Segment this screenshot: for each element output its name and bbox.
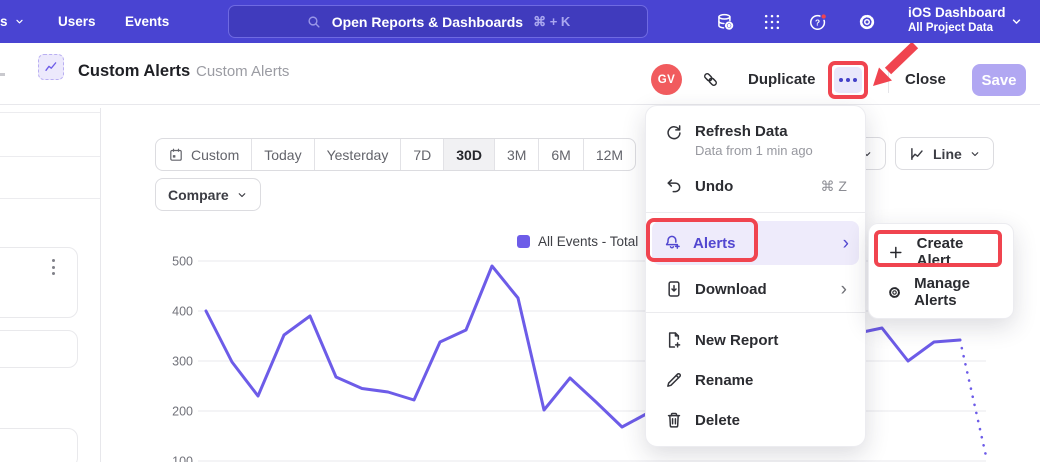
submenu-arrow-icon: › <box>841 280 847 299</box>
menu-item-undo[interactable]: Undo ⌘ Z <box>654 166 857 206</box>
date-range-control: Custom Today Yesterday 7D 30D 3M 6M 12M <box>155 138 636 171</box>
chart-type-button[interactable]: Line <box>895 137 994 170</box>
breadcrumb: Custom Alerts <box>196 63 289 80</box>
help-icon[interactable]: ? <box>808 12 828 32</box>
menu-item-label: Refresh Data <box>695 123 813 140</box>
refresh-icon <box>664 123 684 143</box>
submenu-item-manage-alerts[interactable]: Manage Alerts <box>875 272 1007 312</box>
sidebar-divider <box>0 198 100 199</box>
compare-button[interactable]: Compare <box>155 178 261 211</box>
avatar[interactable]: GV <box>651 64 682 95</box>
legend-label: All Events - Total <box>538 234 638 249</box>
line-chart-icon <box>908 145 926 163</box>
menu-item-new-report[interactable]: New Report <box>654 320 857 360</box>
search-icon <box>306 14 322 30</box>
data-management-icon[interactable] <box>715 12 735 32</box>
date-range-7d[interactable]: 7D <box>401 139 444 170</box>
settings-gear-icon[interactable] <box>857 12 877 32</box>
report-chart-icon <box>38 54 64 80</box>
clipped-edge-fragment <box>0 73 5 76</box>
context-menu: Refresh Data Data from 1 min ago Undo ⌘ … <box>645 105 866 447</box>
date-range-6m[interactable]: 6M <box>539 139 583 170</box>
line-chart-icon <box>43 59 59 75</box>
undo-icon <box>664 176 684 196</box>
sidebar-divider <box>0 156 100 157</box>
nav-item-events[interactable]: Events <box>125 0 169 43</box>
menu-item-rename[interactable]: Rename <box>654 360 857 400</box>
pencil-icon <box>664 370 684 390</box>
sidebar-divider <box>0 112 100 113</box>
menu-item-alerts[interactable]: Alerts › <box>652 221 859 265</box>
search-shortcut: ⌘ + K <box>533 14 570 30</box>
close-button[interactable]: Close <box>905 71 946 88</box>
menu-item-sublabel: Data from 1 min ago <box>695 143 813 158</box>
duplicate-button[interactable]: Duplicate <box>748 71 816 88</box>
svg-text:200: 200 <box>172 405 193 419</box>
search-placeholder: Open Reports & Dashboards <box>332 14 523 30</box>
sidebar-card[interactable] <box>0 428 78 462</box>
date-range-today[interactable]: Today <box>252 139 314 170</box>
trash-icon <box>664 410 684 430</box>
plus-icon <box>887 243 905 262</box>
apps-grid-icon[interactable] <box>762 12 782 32</box>
alerts-submenu: Create Alert Manage Alerts <box>868 223 1014 319</box>
search-input[interactable]: Open Reports & Dashboards ⌘ + K <box>228 5 648 38</box>
header-divider <box>888 67 889 93</box>
top-navigation: s Users Events Open Reports & Dashboards… <box>0 0 1040 43</box>
sidebar-card[interactable] <box>0 330 78 368</box>
kebab-menu-icon[interactable] <box>52 259 55 275</box>
sidebar-card[interactable] <box>0 247 78 318</box>
gear-icon <box>887 283 902 302</box>
more-options-button[interactable] <box>834 67 862 93</box>
legend-swatch <box>517 235 530 248</box>
svg-text:400: 400 <box>172 305 193 319</box>
project-scope: All Project Data <box>908 21 1006 35</box>
save-button[interactable]: Save <box>972 64 1026 96</box>
menu-item-delete[interactable]: Delete <box>654 400 857 440</box>
menu-item-download[interactable]: Download › <box>654 269 857 309</box>
date-range-12m[interactable]: 12M <box>584 139 635 170</box>
date-range-3m[interactable]: 3M <box>495 139 539 170</box>
calendar-icon <box>168 147 184 163</box>
svg-text:?: ? <box>815 17 820 27</box>
project-selector[interactable]: iOS Dashboard All Project Data <box>908 5 1006 35</box>
bell-plus-icon <box>662 233 682 253</box>
report-header: Custom Alerts Custom Alerts GV Duplicate… <box>0 43 1040 105</box>
nav-item-truncated[interactable]: s <box>0 0 25 43</box>
page-title: Custom Alerts <box>78 62 190 81</box>
nav-item-users[interactable]: Users <box>58 0 96 43</box>
content-divider <box>100 108 101 462</box>
dashboard-name: iOS Dashboard <box>908 5 1006 21</box>
svg-text:100: 100 <box>172 455 193 462</box>
date-range-yesterday[interactable]: Yesterday <box>315 139 402 170</box>
chart-legend[interactable]: All Events - Total <box>517 234 638 249</box>
share-link-icon[interactable] <box>701 70 720 89</box>
new-report-icon <box>664 330 684 350</box>
date-range-30d-selected[interactable]: 30D <box>444 139 495 170</box>
submenu-item-create-alert[interactable]: Create Alert <box>875 232 1007 272</box>
menu-divider <box>646 212 865 213</box>
menu-item-refresh-data[interactable]: Refresh Data Data from 1 min ago <box>654 114 857 166</box>
date-range-custom[interactable]: Custom <box>156 139 252 170</box>
chevron-down-icon[interactable] <box>1010 15 1023 28</box>
chevron-down-icon <box>969 148 981 160</box>
chevron-down-icon <box>14 16 25 27</box>
app-window: 500 400 300 200 100 Custom Today Yesterday 7… <box>0 0 1040 462</box>
download-file-icon <box>664 279 684 299</box>
menu-divider <box>646 312 865 313</box>
shortcut-hint: ⌘ Z <box>821 178 847 195</box>
date-range-label: Custom <box>191 147 239 163</box>
chevron-down-icon <box>236 189 248 201</box>
svg-text:500: 500 <box>172 255 193 269</box>
submenu-arrow-icon: › <box>843 234 849 253</box>
svg-text:300: 300 <box>172 355 193 369</box>
